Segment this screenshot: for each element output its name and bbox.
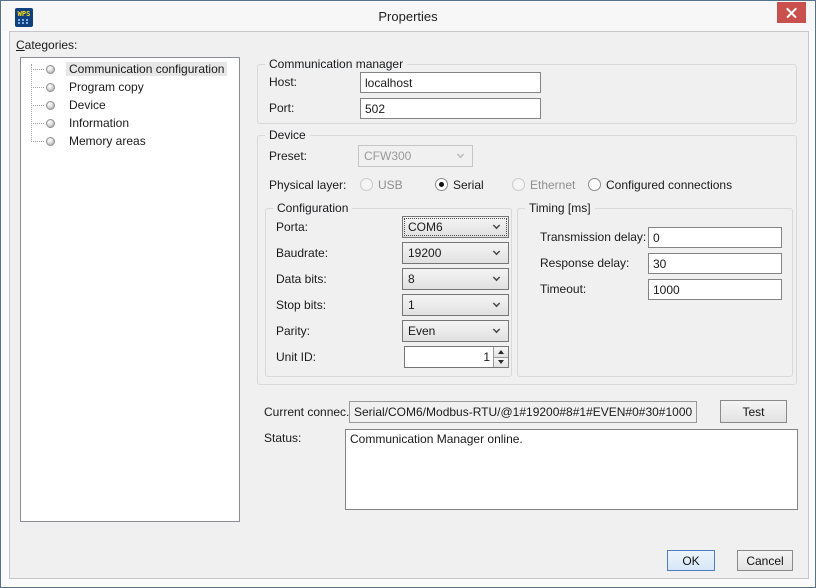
tree-item-device[interactable]: Device [21, 96, 239, 114]
tree-item-information[interactable]: Information [21, 114, 239, 132]
window-title: Properties [378, 9, 437, 24]
unit-id-label: Unit ID: [276, 350, 316, 364]
dialog-content: Categories: Communication configuration … [9, 31, 809, 579]
radio-serial-label: Serial [453, 178, 484, 192]
current-connection-field: Serial/COM6/Modbus-RTU/@1#19200#8#1#EVEN… [349, 401, 697, 423]
tree-node-icon [46, 119, 55, 128]
response-delay-label: Response delay: [540, 256, 629, 270]
tree-item-program-copy[interactable]: Program copy [21, 78, 239, 96]
preset-label: Preset: [269, 149, 307, 163]
tree-item-communication-configuration[interactable]: Communication configuration [21, 60, 239, 78]
radio-ethernet [512, 178, 525, 191]
chevron-down-icon [493, 300, 500, 307]
ok-button[interactable]: OK [667, 550, 715, 571]
properties-dialog: WPS Properties Categories: Communication… [0, 0, 816, 588]
wps-app-icon: WPS [15, 8, 33, 27]
tree-item-label: Communication configuration [66, 62, 227, 76]
wps-icon-text: WPS [18, 11, 31, 18]
tree-item-label: Program copy [66, 80, 147, 94]
tree-item-label: Device [66, 98, 109, 112]
radio-configured-connections[interactable] [588, 178, 601, 191]
radio-configured-connections-label: Configured connections [606, 178, 732, 192]
radio-usb-label: USB [378, 178, 403, 192]
data-bits-label: Data bits: [276, 272, 327, 286]
close-button[interactable] [777, 2, 806, 23]
radio-ethernet-label: Ethernet [530, 178, 575, 192]
categories-tree: Communication configuration Program copy… [20, 57, 240, 522]
host-input[interactable]: localhost [360, 72, 541, 93]
categories-label: Categories: [16, 38, 77, 52]
baudrate-label: Baudrate: [276, 246, 328, 260]
chevron-down-icon [457, 151, 464, 158]
tree-node-icon [46, 137, 55, 146]
tree-node-icon [46, 65, 55, 74]
parity-label: Parity: [276, 324, 310, 338]
porta-label: Porta: [276, 220, 308, 234]
device-group: Device Preset: CFW300 Physical layer: US… [257, 135, 797, 385]
radio-usb [360, 178, 373, 191]
arrow-down-icon [498, 360, 504, 364]
physical-layer-label: Physical layer: [269, 178, 346, 192]
transmission-delay-label: Transmission delay: [540, 230, 646, 244]
tree-item-memory-areas[interactable]: Memory areas [21, 132, 239, 150]
chevron-down-icon [493, 274, 500, 281]
baudrate-combobox[interactable]: 19200 [402, 242, 509, 264]
tree-item-label: Memory areas [66, 134, 149, 148]
device-group-title: Device [265, 128, 310, 142]
radio-serial[interactable] [435, 178, 448, 191]
configuration-group: Configuration Porta: COM6 Baudrate: 1920… [265, 208, 512, 377]
stop-bits-combobox[interactable]: 1 [402, 294, 509, 316]
timeout-input[interactable]: 1000 [648, 279, 782, 300]
unit-id-spinner[interactable]: 1 [404, 346, 509, 368]
port-input[interactable]: 502 [360, 98, 541, 119]
port-label: Port: [269, 101, 294, 115]
configuration-group-title: Configuration [273, 201, 352, 215]
timeout-label: Timeout: [540, 282, 586, 296]
arrow-up-icon [498, 350, 504, 354]
spinner-up-button[interactable] [494, 347, 508, 358]
cancel-button[interactable]: Cancel [737, 550, 793, 571]
communication-manager-group: Communication manager Host: localhost Po… [257, 64, 797, 124]
response-delay-input[interactable]: 30 [648, 253, 782, 274]
close-icon [786, 7, 797, 18]
title-bar: WPS Properties [2, 2, 814, 31]
communication-manager-group-title: Communication manager [265, 57, 407, 71]
tree-node-icon [46, 101, 55, 110]
tree-item-label: Information [66, 116, 132, 130]
status-label: Status: [264, 431, 301, 445]
status-textbox[interactable]: Communication Manager online. [345, 429, 798, 510]
chevron-down-icon [493, 222, 500, 229]
timing-group: Timing [ms] Transmission delay: 0 Respon… [517, 208, 793, 377]
transmission-delay-input[interactable]: 0 [648, 227, 782, 248]
parity-combobox[interactable]: Even [402, 320, 509, 342]
spinner-down-button[interactable] [494, 358, 508, 368]
stop-bits-label: Stop bits: [276, 298, 326, 312]
porta-combobox[interactable]: COM6 [402, 216, 509, 238]
test-button[interactable]: Test [720, 400, 787, 423]
current-connection-label: Current connec... [264, 405, 356, 419]
chevron-down-icon [493, 248, 500, 255]
tree-node-icon [46, 83, 55, 92]
preset-combobox: CFW300 [358, 145, 473, 167]
data-bits-combobox[interactable]: 8 [402, 268, 509, 290]
host-label: Host: [269, 75, 297, 89]
timing-group-title: Timing [ms] [525, 201, 595, 215]
chevron-down-icon [493, 326, 500, 333]
